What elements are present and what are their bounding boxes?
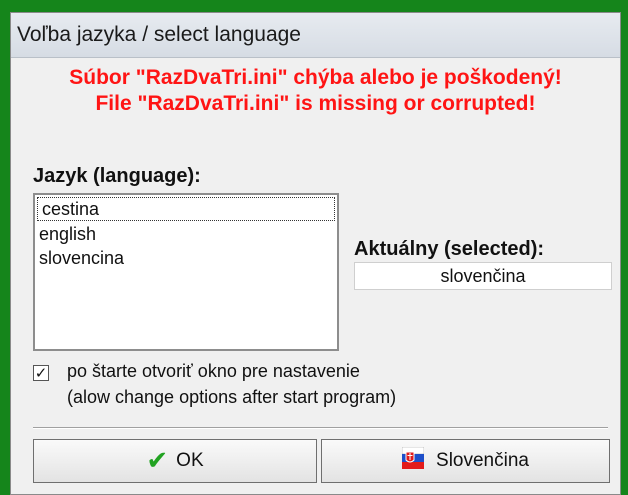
open-settings-sublabel: (alow change options after start program… [67, 387, 397, 407]
selected-language-label: Aktuálny (selected): [354, 238, 545, 260]
window-title: Voľba jazyka / select language [17, 23, 301, 46]
title-bar[interactable]: Voľba jazyka / select language [11, 13, 620, 58]
ok-button-label: OK [176, 450, 204, 471]
slovak-flag-icon [401, 446, 425, 475]
open-settings-checkbox[interactable]: ✓ [33, 365, 49, 381]
language-list-label: Jazyk (language): [33, 165, 201, 187]
slovak-language-button[interactable]: Slovenčina [321, 439, 610, 483]
language-item-english[interactable]: english [35, 223, 337, 247]
language-dialog: Voľba jazyka / select language Súbor "Ra… [10, 12, 621, 495]
language-item-slovencina[interactable]: slovencina [35, 247, 337, 271]
language-listbox[interactable]: cestina english slovencina [33, 193, 339, 351]
error-message-en: File "RazDvaTri.ini" is missing or corru… [95, 92, 536, 115]
selected-language-value: slovenčina [354, 262, 612, 290]
slovak-button-label: Slovenčina [436, 450, 529, 471]
ok-button[interactable]: ✔ OK [33, 439, 317, 483]
language-item-cestina[interactable]: cestina [37, 197, 335, 221]
error-message-sk: Súbor "RazDvaTri.ini" chýba alebo je poš… [69, 66, 562, 89]
checkmark-icon: ✔ [146, 446, 169, 476]
open-settings-label: po štarte otvoriť okno pre nastavenie [67, 361, 360, 381]
divider [33, 427, 608, 429]
